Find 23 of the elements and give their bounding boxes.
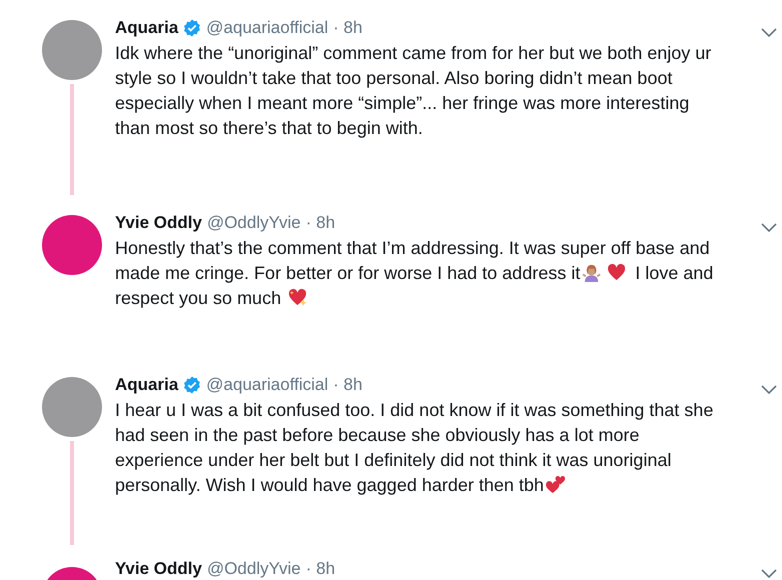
chevron-down-icon[interactable] (761, 569, 777, 579)
tweet-text: Honestly that’s the comment that I’m addressing. It was super off base and made me cringe. For better or for worse I had to address it I love and respect you so much (115, 237, 714, 310)
author-name[interactable]: Aquaria (115, 18, 178, 38)
author-name[interactable]: Yvie Oddly (115, 213, 202, 233)
user-handle[interactable]: @aquariaofficial (206, 375, 328, 395)
tweet-text: I hear u I was a bit confused too. I did not know if it was something that she had seen in the past before because she obviously has a lot more experience under her belt but I definitely did not think it was unoriginal personally. Wish I would have gagged harder then tbh (115, 399, 714, 497)
timestamp[interactable]: · 8h (333, 375, 362, 395)
two-hearts-emoji-icon (546, 475, 565, 494)
chevron-down-icon[interactable] (761, 28, 777, 38)
user-handle[interactable]: @OddlyYvie (206, 213, 301, 233)
chevron-down-icon[interactable] (761, 385, 777, 395)
user-handle[interactable]: @aquariaofficial (206, 18, 328, 38)
author-name[interactable]: Yvie Oddly (115, 559, 202, 579)
heart-emoji-icon (607, 263, 626, 282)
author-name[interactable]: Aquaria (115, 375, 178, 395)
shrug-emoji-icon (582, 263, 602, 282)
timestamp[interactable]: · 8h (306, 559, 336, 579)
tweet-text: Idk where the “unoriginal” comment came from for her but we both enjoy ur style so I wouldn’t take that too personal. Also boring didn’t mean boot especially when I meant more “simple”... her fringe was more interesting than most so there’s that to begin with. (115, 42, 712, 140)
sparkling-heart-emoji-icon (288, 288, 308, 307)
user-handle[interactable]: @OddlyYvie (206, 559, 301, 579)
chevron-down-icon[interactable] (761, 223, 777, 233)
timestamp[interactable]: · 8h (333, 18, 362, 38)
timestamp[interactable]: · 8h (306, 213, 336, 233)
